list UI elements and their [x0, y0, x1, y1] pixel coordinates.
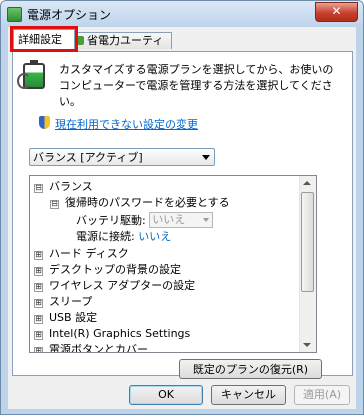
- power-saving-utility-icon: [75, 36, 84, 45]
- tree-item-hard-disk[interactable]: ⊞ ハード ディスク: [34, 246, 129, 262]
- tree-item-label: ハード ディスク: [49, 247, 129, 260]
- tree-item-power-buttons-lid[interactable]: ⊞ 電源ボタンとカバー: [34, 342, 148, 353]
- expand-icon[interactable]: ⊞: [34, 331, 43, 340]
- change-unavailable-settings-link[interactable]: 現在利用できない設定の変更: [55, 116, 198, 132]
- tree-item-on-battery: バッテリ駆動: いいえ: [76, 212, 214, 228]
- power-plan-dropdown[interactable]: バランス [アクティブ]: [29, 148, 215, 166]
- description-text: カスタマイズする電源プランを選択してから、お使いのコンピューターで電源を管理する…: [59, 63, 334, 108]
- scroll-thumb[interactable]: [301, 192, 314, 292]
- settings-tree[interactable]: ⊟ バランス ⊟ 復帰時のパスワードを必要とする バッテリ駆動: いいえ 電源に接続…: [29, 175, 317, 353]
- tree-item-label: Intel(R) Graphics Settings: [49, 327, 191, 340]
- on-battery-dropdown[interactable]: いいえ: [149, 212, 214, 228]
- tree-item-label: スリープ: [49, 295, 93, 308]
- apply-button[interactable]: 適用(A): [294, 385, 350, 405]
- plugged-in-value[interactable]: いいえ: [138, 230, 171, 243]
- ok-button[interactable]: OK: [129, 385, 203, 405]
- expand-icon[interactable]: ⊞: [34, 267, 43, 276]
- power-options-icon: [7, 7, 22, 22]
- tree-item-label: 復帰時のパスワードを必要とする: [65, 196, 230, 209]
- expand-icon[interactable]: ⊞: [34, 315, 43, 324]
- close-button[interactable]: ✕: [315, 2, 358, 22]
- expand-icon[interactable]: ⊞: [34, 283, 43, 292]
- tree-item-label: ワイヤレス アダプターの設定: [49, 279, 196, 292]
- power-plan-dropdown-value: バランス [アクティブ]: [33, 151, 143, 164]
- collapse-icon[interactable]: ⊟: [50, 200, 59, 209]
- chevron-down-icon: [203, 218, 210, 222]
- tree-item-balanced[interactable]: ⊟ バランス: [34, 179, 93, 195]
- tree-item-label: デスクトップの背景の設定: [49, 263, 181, 276]
- collapse-icon[interactable]: ⊟: [34, 184, 43, 193]
- tree-item-plugged-in[interactable]: 電源に接続: いいえ: [76, 229, 171, 245]
- window-title: 電源オプション: [27, 8, 112, 22]
- tab-advanced-settings[interactable]: 詳細設定: [10, 26, 78, 52]
- tree-scrollbar[interactable]: [299, 176, 316, 352]
- power-options-window: 電源オプション ✕ 詳細設定 省電力ユーティリティ カスタマイズする電源プランを…: [0, 0, 364, 415]
- uac-shield-icon: [39, 116, 50, 129]
- tree-item-label: バッテリ駆動:: [76, 214, 146, 227]
- tree-item-label: 電源に接続:: [76, 230, 135, 243]
- tree-item-desktop-background[interactable]: ⊞ デスクトップの背景の設定: [34, 262, 181, 278]
- tree-item-wireless-adapter[interactable]: ⊞ ワイヤレス アダプターの設定: [34, 278, 195, 294]
- chevron-down-icon: [202, 155, 210, 160]
- tab-power-saving-utility[interactable]: 省電力ユーティリティ: [70, 32, 172, 63]
- cancel-button[interactable]: キャンセル: [211, 385, 286, 405]
- dialog-client-area: 詳細設定 省電力ユーティリティ カスタマイズする電源プランを選択してから、お使い…: [8, 26, 356, 409]
- tree-item-usb-settings[interactable]: ⊞ USB 設定: [34, 310, 97, 326]
- tree-item-label: バランス: [49, 180, 93, 193]
- on-battery-value: いいえ: [152, 213, 186, 226]
- tree-item-label: USB 設定: [49, 311, 98, 324]
- title-bar: 電源オプション ✕: [1, 1, 363, 27]
- expand-icon[interactable]: ⊞: [34, 347, 43, 352]
- expand-icon[interactable]: ⊞: [34, 299, 43, 308]
- restore-plan-defaults-button[interactable]: 既定のプランの復元(R): [179, 359, 322, 379]
- tree-item-sleep[interactable]: ⊞ スリープ: [34, 294, 92, 310]
- advanced-settings-panel: カスタマイズする電源プランを選択してから、お使いのコンピューターで電源を管理する…: [12, 51, 353, 379]
- battery-icon: [17, 60, 45, 89]
- scroll-up-icon[interactable]: [303, 181, 311, 185]
- tree-item-label: 電源ボタンとカバー: [49, 343, 148, 353]
- scroll-down-icon[interactable]: [303, 343, 311, 347]
- expand-icon[interactable]: ⊞: [34, 251, 43, 260]
- tree-item-require-password[interactable]: ⊟ 復帰時のパスワードを必要とする: [50, 195, 230, 211]
- tree-item-intel-graphics[interactable]: ⊞ Intel(R) Graphics Settings: [34, 326, 190, 342]
